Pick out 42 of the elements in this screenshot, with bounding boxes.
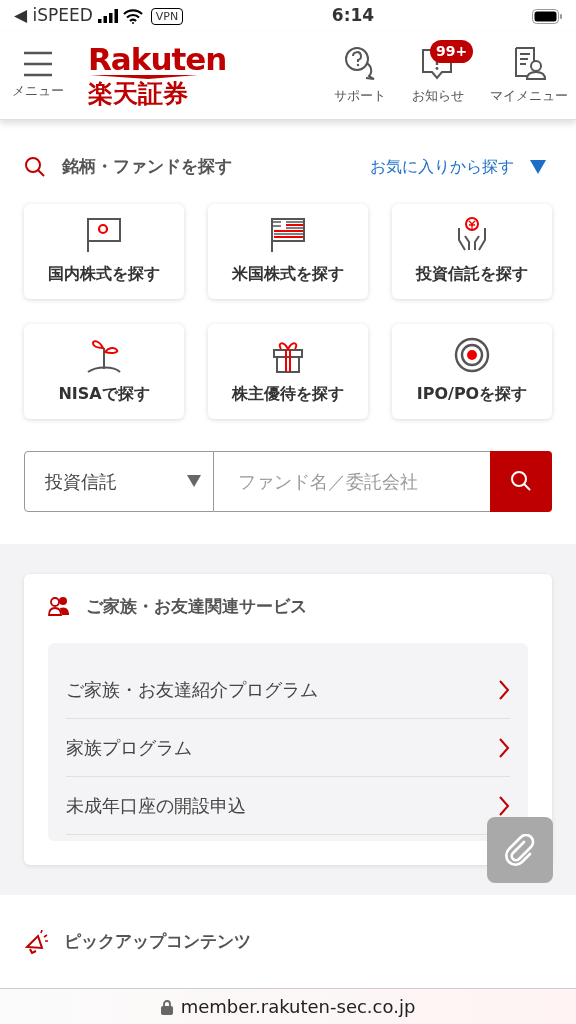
- search-category-tile[interactable]: 投資信託を探す: [392, 203, 552, 299]
- lock-icon: [160, 998, 173, 1015]
- url-text: member.rakuten-sec.co.jp: [180, 995, 416, 1019]
- card-title: ご家族・お友達関連サービス: [86, 594, 307, 618]
- vpn-indicator: VPN: [150, 7, 184, 25]
- people-icon: [48, 596, 70, 617]
- search-category-tile[interactable]: 米国株式を探す: [208, 203, 368, 299]
- back-app-link[interactable]: ◀ iSPEED: [14, 3, 93, 29]
- search-button[interactable]: [490, 450, 552, 512]
- section-title: ピックアップコンテンツ: [64, 929, 251, 953]
- support-button[interactable]: サポート: [334, 45, 386, 106]
- mymenu-button[interactable]: マイメニュー: [490, 45, 568, 106]
- chevron-right-icon: [498, 794, 510, 817]
- search-icon: [510, 470, 532, 492]
- logo-link[interactable]: Rakuten 楽天証券: [88, 43, 227, 108]
- search-category-tile[interactable]: NISAで探す: [24, 323, 184, 419]
- battery-icon: [532, 8, 562, 24]
- dropdown-caret-icon: [187, 475, 201, 487]
- japan-flag-icon: [85, 216, 123, 254]
- list-link[interactable]: ご家族・お友達紹介プログラム: [66, 661, 510, 719]
- search-category-tile[interactable]: 株主優待を探す: [208, 323, 368, 419]
- section-title: 銘柄・ファンドを探す: [62, 155, 232, 178]
- search-icon: [24, 155, 46, 178]
- dropdown-triangle-icon: [530, 159, 546, 174]
- notification-count: 99+: [430, 39, 474, 63]
- megaphone-icon: [24, 929, 48, 954]
- wifi-icon: [122, 8, 143, 24]
- menu-button[interactable]: メニュー: [12, 50, 64, 101]
- search-category-tile[interactable]: IPO/POを探す: [392, 323, 552, 419]
- menu-icon: [23, 50, 53, 77]
- list-link[interactable]: 家族プログラム: [66, 719, 510, 777]
- paperclip-button[interactable]: [487, 817, 553, 883]
- favorites-dropdown-link[interactable]: お気に入りから探す: [370, 154, 546, 179]
- target-icon: [453, 336, 491, 374]
- fund-search-field[interactable]: ファンド名／委託会社: [214, 450, 490, 512]
- search-category-tile[interactable]: 国内株式を探す: [24, 203, 184, 299]
- us-flag-icon: [269, 216, 307, 254]
- chevron-right-icon: [498, 678, 510, 701]
- category-select[interactable]: 投資信託: [24, 450, 214, 512]
- signal-icon: [96, 9, 119, 23]
- paperclip-icon: [504, 834, 536, 866]
- chevron-right-icon: [498, 736, 510, 759]
